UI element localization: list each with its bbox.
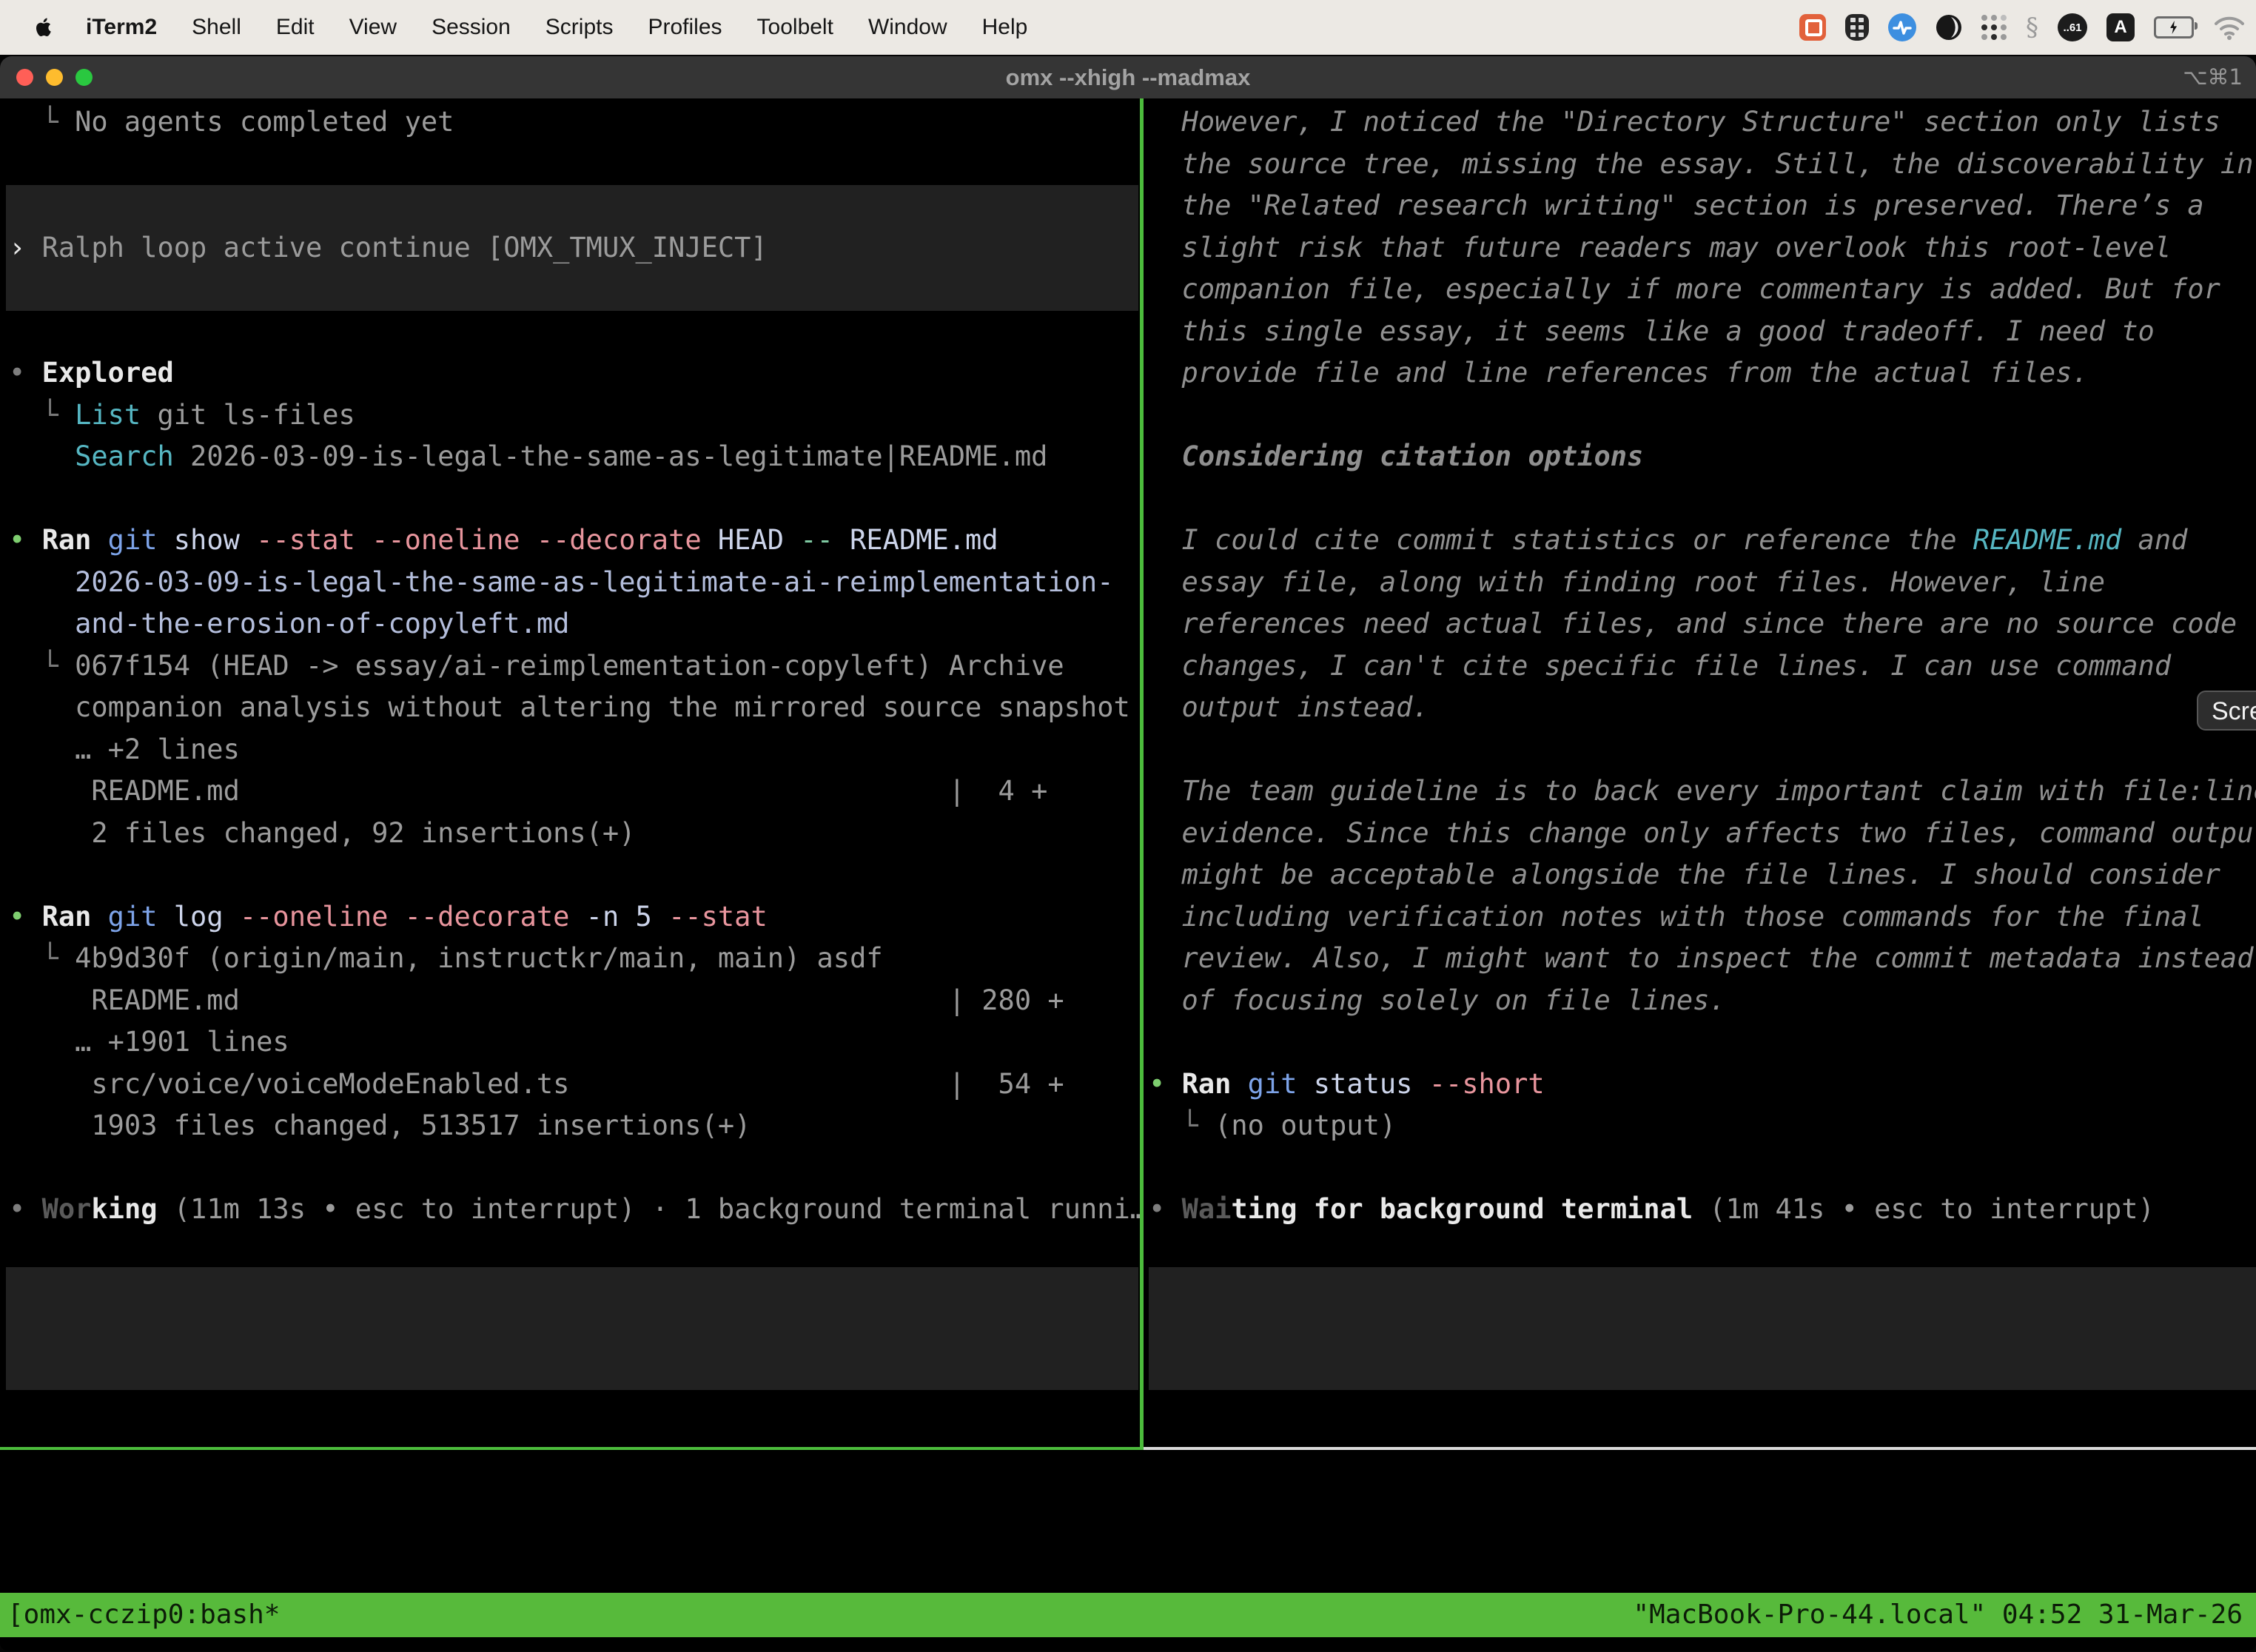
terminal-line: README.md | 280 + (9, 980, 1064, 1022)
menu-item-shell[interactable]: Shell (192, 15, 241, 40)
terminal-line: … +2 lines (9, 729, 240, 771)
terminal-line: provide file and line references from th… (1149, 352, 2089, 394)
terminal-line: 2 files changed, 92 insertions(+) (9, 813, 635, 855)
shield-grid-icon[interactable] (1845, 14, 1869, 41)
moon-circle-icon[interactable] (1936, 14, 1962, 41)
terminal-line: and-the-erosion-of-copyleft.md (9, 603, 569, 645)
terminal-line: slight risk that future readers may over… (1149, 227, 2171, 269)
window-titlebar[interactable]: omx --xhigh --madmax ⌥⌘1 (0, 56, 2256, 98)
terminal-line: the "Related research writing" section i… (1149, 185, 2204, 227)
macos-menu-bar: iTerm2 Shell Edit View Session Scripts Profile… (0, 0, 2256, 55)
terminal-line: The team guideline is to back every impo… (1149, 770, 2256, 813)
terminal-line: might be acceptable alongside the file l… (1149, 854, 2220, 896)
terminal-line: 2026-03-09-is-legal-the-same-as-legitima… (9, 562, 1113, 604)
menu-item-iterm2[interactable]: iTerm2 (86, 15, 157, 40)
terminal-line: • Explored (9, 352, 174, 394)
terminal-line: • Ran git log --oneline --decorate -n 5 … (9, 896, 768, 939)
menu-item-view[interactable]: View (349, 15, 397, 40)
wifi-icon[interactable] (2213, 15, 2246, 40)
terminal-line: └ 4b9d30f (origin/main, instructkr/main,… (9, 938, 883, 980)
terminal-line: companion analysis without altering the … (9, 687, 1130, 729)
terminal-pane-left[interactable]: └ No agents completed yet › Ralph loop ac… (9, 101, 1140, 1234)
section-icon[interactable]: § (2026, 13, 2038, 42)
left-prompt-input[interactable] (6, 1267, 1138, 1390)
terminal-line: I could cite commit statistics or refere… (1149, 520, 2187, 562)
terminal-line: review. Also, I might want to inspect th… (1149, 938, 2253, 980)
terminal-line: └ List git ls-files (9, 394, 355, 437)
menu-items: iTerm2 Shell Edit View Session Scripts Profile… (86, 15, 1062, 40)
terminal-line: └ (no output) (1149, 1105, 1396, 1147)
menu-status-icons: § ..61 A (1799, 0, 2246, 55)
terminal-line: including verification notes with those … (1149, 896, 2204, 939)
terminal-line: • Ran git show --stat --oneline --decora… (9, 520, 998, 562)
terminal-line: of focusing solely on file lines. (1149, 980, 1726, 1022)
terminal-line: └ 067f154 (HEAD -> essay/ai-reimplementa… (9, 645, 1064, 688)
terminal-line: Considering citation options (1149, 436, 1643, 478)
terminal-line: › Ralph loop active continue [OMX_TMUX_I… (9, 227, 768, 269)
tmux-session-window[interactable]: [omx-cczip0:bash* (7, 1593, 280, 1637)
tmux-status-bar: [omx-cczip0:bash* "MacBook-Pro-44.local"… (0, 1593, 2256, 1637)
active-pane-border (0, 1447, 1144, 1450)
terminal-line: the source tree, missing the essay. Stil… (1149, 144, 2253, 186)
chat-app-icon[interactable] (1799, 14, 1826, 41)
menu-item-help[interactable]: Help (982, 15, 1028, 40)
terminal-line: README.md | 4 + (9, 770, 1047, 813)
terminal-line: └ No agents completed yet (9, 101, 454, 144)
tmux-host-clock: "MacBook-Pro-44.local" 04:52 31-Mar-26 (1633, 1593, 2243, 1637)
terminal-line: • Ran git status --short (1149, 1064, 1545, 1106)
terminal-line: essay file, along with finding root file… (1149, 562, 2105, 604)
terminal-line: … +1901 lines (9, 1021, 289, 1064)
menu-item-profiles[interactable]: Profiles (648, 15, 722, 40)
terminal-pane-right[interactable]: However, I noticed the "Directory Struct… (1149, 101, 2256, 1234)
terminal-line: src/voice/voiceModeEnabled.ts | 54 + (9, 1064, 1064, 1106)
pane-divider[interactable] (1140, 98, 1144, 1448)
menu-item-edit[interactable]: Edit (276, 15, 315, 40)
badge-61-icon[interactable]: ..61 (2058, 13, 2087, 41)
terminal-line: Search 2026-03-09-is-legal-the-same-as-l… (9, 436, 1047, 478)
menu-item-scripts[interactable]: Scripts (545, 15, 614, 40)
terminal-line: However, I noticed the "Directory Struct… (1149, 101, 2220, 144)
terminal-line: • Working (11m 13s • esc to interrupt) ·… (9, 1189, 1140, 1231)
terminal-line: evidence. Since this change only affects… (1149, 813, 2256, 855)
terminal-line: references need actual files, and since … (1149, 603, 2237, 645)
window-title: omx --xhigh --madmax (0, 56, 2256, 98)
apple-menu-icon[interactable] (33, 13, 58, 42)
app-grid-icon[interactable] (1981, 15, 2007, 40)
pulse-circle-icon[interactable] (1888, 13, 1916, 41)
terminal-line: changes, I can't cite specific file line… (1149, 645, 2171, 688)
screen-tooltip: Scre (2197, 691, 2256, 731)
window-shortcut-badge: ⌥⌘1 (2183, 56, 2243, 98)
battery-charging-icon[interactable] (2154, 16, 2194, 38)
menu-item-session[interactable]: Session (432, 15, 511, 40)
iterm2-window: omx --xhigh --madmax ⌥⌘1 └ No agents com… (0, 56, 2256, 1651)
inactive-pane-border (1144, 1447, 2256, 1450)
screen: iTerm2 Shell Edit View Session Scripts Profile… (0, 0, 2256, 1652)
terminal-line: this single essay, it seems like a good … (1149, 311, 2155, 353)
terminal-line: 1903 files changed, 513517 insertions(+) (9, 1105, 751, 1147)
terminal-line: companion file, especially if more comme… (1149, 269, 2220, 311)
menu-item-window[interactable]: Window (868, 15, 947, 40)
a-key-icon[interactable]: A (2106, 13, 2135, 41)
right-prompt-input[interactable] (1149, 1267, 2256, 1390)
terminal-line: output instead. (1149, 687, 1429, 729)
terminal-line: • Waiting for background terminal (1m 41… (1149, 1189, 2155, 1231)
menu-item-toolbelt[interactable]: Toolbelt (757, 15, 833, 40)
